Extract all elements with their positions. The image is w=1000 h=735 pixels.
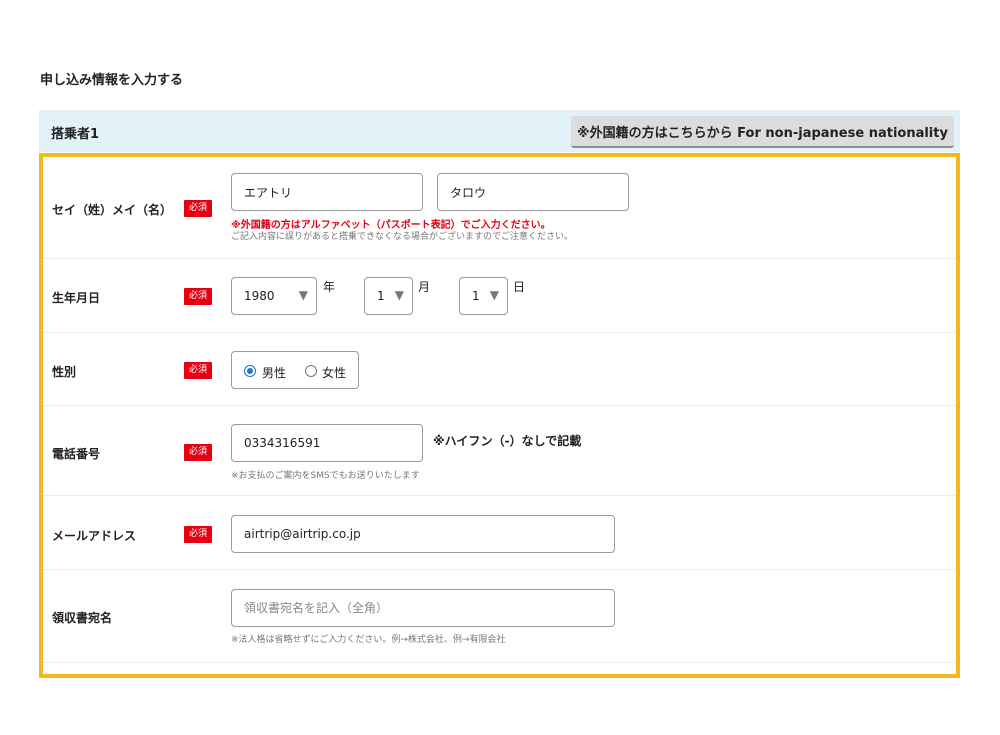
required-badge: 必須 bbox=[184, 288, 212, 305]
birthdate-row: 生年月日 必須 1980 ▼ 年 1 ▼ 月 1 ▼ 日 bbox=[43, 259, 956, 333]
birth-year-value: 1980 bbox=[244, 289, 275, 303]
phone-hyphen-hint: ※ハイフン（-）なしで記載 bbox=[433, 434, 582, 448]
first-name-input[interactable] bbox=[437, 173, 629, 211]
male-radio-label[interactable]: 男性 bbox=[262, 364, 286, 381]
receipt-row: 領収書宛名 ※法人格は省略せずにご入力ください。例→株式会社、例→有限会社 bbox=[43, 570, 956, 663]
required-badge: 必須 bbox=[184, 200, 212, 217]
email-label: メールアドレス bbox=[52, 529, 137, 543]
page-title: 申し込み情報を入力する bbox=[40, 73, 184, 88]
required-badge: 必須 bbox=[184, 444, 212, 461]
birthdate-label: 生年月日 bbox=[52, 291, 101, 305]
month-unit: 月 bbox=[418, 280, 431, 294]
email-input[interactable] bbox=[231, 515, 615, 553]
birth-day-select[interactable]: 1 ▼ bbox=[459, 277, 508, 315]
year-unit: 年 bbox=[323, 280, 336, 294]
last-name-input[interactable] bbox=[231, 173, 423, 211]
birth-month-value: 1 bbox=[377, 289, 385, 303]
email-row: メールアドレス 必須 bbox=[43, 496, 956, 570]
phone-input[interactable] bbox=[231, 424, 423, 462]
name-caution-note: ご記入内容に誤りがあると搭乗できなくなる場合がございますのでご注意ください。 bbox=[231, 232, 574, 242]
birth-month-select[interactable]: 1 ▼ bbox=[364, 277, 413, 315]
section-title: 搭乗者1 bbox=[51, 127, 100, 142]
section-header: 搭乗者1 ※外国籍の方はこちらから For non-japanese natio… bbox=[39, 110, 960, 152]
passenger-form: セイ（姓）メイ（名） 必須 ※外国籍の方はアルファベット（パスポート表記）でご入… bbox=[39, 153, 960, 678]
required-badge: 必須 bbox=[184, 362, 212, 379]
gender-radio-group: 男性 女性 bbox=[231, 351, 359, 389]
name-row: セイ（姓）メイ（名） 必須 ※外国籍の方はアルファベット（パスポート表記）でご入… bbox=[43, 157, 956, 259]
receipt-note: ※法人格は省略せずにご入力ください。例→株式会社、例→有限会社 bbox=[231, 635, 506, 645]
birth-day-value: 1 bbox=[472, 289, 480, 303]
gender-row: 性別 必須 男性 女性 bbox=[43, 333, 956, 406]
receipt-label: 領収書宛名 bbox=[52, 611, 113, 625]
birth-year-select[interactable]: 1980 ▼ bbox=[231, 277, 317, 315]
gender-label: 性別 bbox=[52, 365, 77, 379]
phone-label: 電話番号 bbox=[52, 447, 101, 461]
phone-row: 電話番号 必須 ※ハイフン（-）なしで記載 ※お支払のご案内をSMSでもお送りい… bbox=[43, 406, 956, 496]
chevron-down-icon: ▼ bbox=[298, 288, 308, 302]
required-badge: 必須 bbox=[184, 526, 212, 543]
phone-sms-note: ※お支払のご案内をSMSでもお送りいたします bbox=[231, 471, 420, 481]
receipt-name-input[interactable] bbox=[231, 589, 615, 627]
male-radio[interactable] bbox=[244, 365, 256, 377]
day-unit: 日 bbox=[513, 280, 526, 294]
chevron-down-icon: ▼ bbox=[394, 288, 404, 302]
name-label: セイ（姓）メイ（名） bbox=[52, 203, 173, 217]
female-radio[interactable] bbox=[305, 365, 317, 377]
chevron-down-icon: ▼ bbox=[489, 288, 499, 302]
female-radio-label[interactable]: 女性 bbox=[322, 364, 346, 381]
foreign-nationality-button[interactable]: ※外国籍の方はこちらから For non-japanese nationalit… bbox=[571, 116, 954, 148]
